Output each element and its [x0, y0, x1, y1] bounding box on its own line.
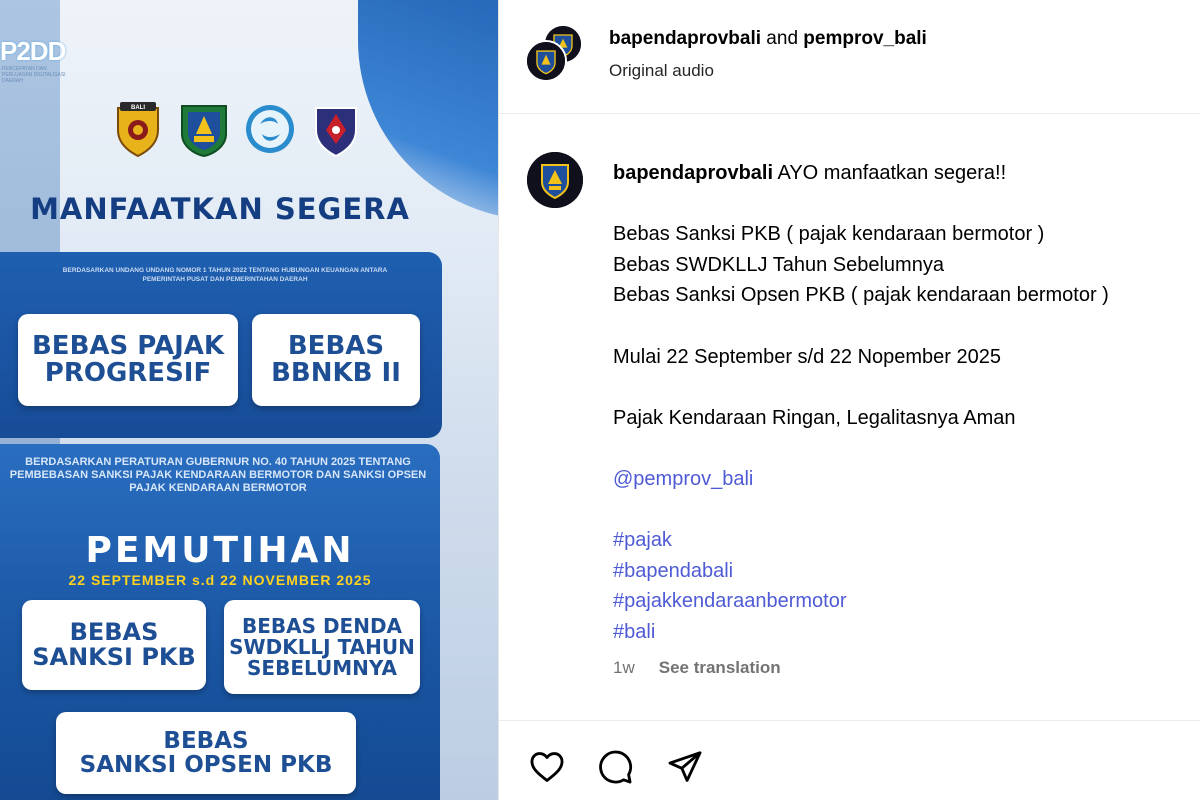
author-link-pemprov-bali[interactable]: pemprov_bali: [803, 28, 927, 49]
institution-logos: BALI: [112, 100, 362, 158]
heart-icon: [530, 752, 564, 782]
post-meta: 1w See translation: [613, 658, 781, 678]
mention-link-pemprov-bali[interactable]: @pemprov_bali: [613, 464, 1193, 495]
caption-line: [613, 495, 1193, 526]
jasa-raharja-logo-icon: [244, 100, 296, 158]
traffic-police-emblem-icon: [310, 100, 362, 158]
poster-legal-basis-1: BERDASARKAN UNDANG UNDANG NOMOR 1 TAHUN …: [62, 267, 388, 283]
post-details-panel: bapendaprovbali and pemprov_bali Origina…: [498, 0, 1200, 800]
poster-headline: MANFAATKAN SEGERA: [30, 192, 410, 226]
caption-username[interactable]: bapendaprovbali: [613, 162, 773, 184]
author-joiner: and: [761, 28, 804, 49]
poster-program-dates: 22 SEPTEMBER s.d 22 NOVEMBER 2025: [68, 572, 372, 588]
p2dd-logo: P2DD: [0, 36, 66, 66]
post-authors: bapendaprovbali and pemprov_bali: [609, 28, 927, 50]
comment-button[interactable]: [595, 747, 635, 787]
instagram-post-view: P2DD PERCEPATAN DAN PERLUASAN DIGITALISA…: [0, 0, 1200, 800]
audio-link[interactable]: Original audio: [609, 61, 714, 81]
comment-icon: [599, 750, 633, 784]
caption-line: Bebas Sanksi PKB ( pajak kendaraan bermo…: [613, 223, 1045, 246]
caption-line: Bebas Sanksi Opsen PKB ( pajak kendaraan…: [613, 284, 1109, 307]
post-header: bapendaprovbali and pemprov_bali Origina…: [499, 0, 1200, 114]
caption-avatar[interactable]: [527, 152, 583, 208]
poster-benefit-bbnkb: BEBAS BBNKB II: [252, 314, 420, 406]
caption-line: Bebas SWDKLLJ Tahun Sebelumnya: [613, 253, 944, 276]
poster-decoration: [358, 0, 498, 220]
post-caption: bapendaprovbali AYO manfaatkan segera!! …: [613, 158, 1193, 648]
hashtag-link-pajak[interactable]: #pajak: [613, 525, 1193, 556]
author-link-bapendaprovbali[interactable]: bapendaprovbali: [609, 28, 761, 49]
post-image[interactable]: P2DD PERCEPATAN DAN PERLUASAN DIGITALISA…: [0, 0, 498, 800]
hashtag-link-pajakkendaraanbermotor[interactable]: #pajakkendaraanbermotor: [613, 586, 1193, 617]
caption-text: AYO manfaatkan segera!!: [777, 162, 1007, 184]
caption-line: bapendaprovbali AYO manfaatkan segera!!: [613, 158, 1193, 189]
collab-avatars[interactable]: [525, 24, 583, 82]
see-translation-button[interactable]: See translation: [659, 658, 781, 678]
like-button[interactable]: [527, 747, 567, 787]
police-emblem-label: BALI: [131, 105, 145, 111]
caption-line: [613, 311, 1193, 342]
post-actions-bar: [499, 720, 1200, 800]
p2dd-logo-subtitle: PERCEPATAN DAN PERLUASAN DIGITALISASI DA…: [2, 66, 66, 84]
bali-province-emblem-icon: [178, 100, 230, 158]
share-icon: [668, 751, 702, 782]
caption-line: [613, 372, 1193, 403]
caption-line: [613, 433, 1193, 464]
avatar-bapendaprovbali[interactable]: [525, 40, 567, 82]
caption-line: Pajak Kendaraan Ringan, Legalitasnya Ama…: [613, 406, 1016, 429]
poster-legal-basis-2: BERDASARKAN PERATURAN GUBERNUR NO. 40 TA…: [9, 456, 427, 494]
poster-benefit-swdkllj: BEBAS DENDA SWDKLLJ TAHUN SEBELUMNYA: [224, 600, 420, 694]
caption-line: [613, 189, 1193, 220]
caption-line: Mulai 22 September s/d 22 Nopember 2025: [613, 345, 1002, 368]
post-timestamp[interactable]: 1w: [613, 658, 635, 678]
police-emblem-icon: BALI: [112, 100, 164, 158]
hashtag-link-bali[interactable]: #bali: [613, 617, 1193, 648]
poster-benefit-progressive-tax: BEBAS PAJAK PROGRESIF: [18, 314, 238, 406]
poster-benefit-opsen-pkb: BEBAS SANKSI OPSEN PKB: [56, 712, 356, 794]
poster-program-title: PEMUTIHAN: [85, 530, 355, 571]
poster-benefit-pkb-sanction: BEBAS SANKSI PKB: [22, 600, 206, 690]
share-button[interactable]: [665, 747, 705, 787]
hashtag-link-bapendabali[interactable]: #bapendabali: [613, 556, 1193, 587]
